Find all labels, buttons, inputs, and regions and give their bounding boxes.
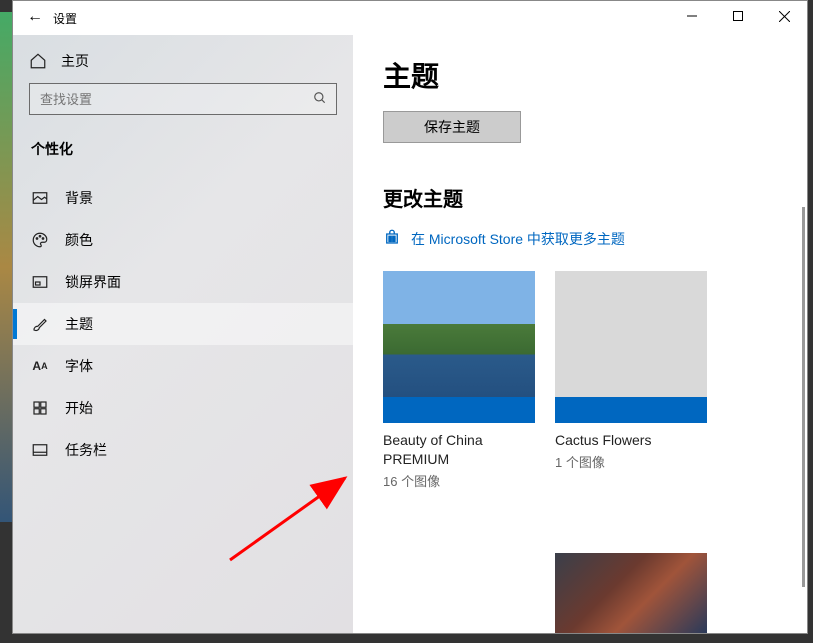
theme-thumbnail-partial[interactable] bbox=[555, 553, 707, 633]
store-link[interactable]: 在 Microsoft Store 中获取更多主题 bbox=[383, 228, 777, 249]
maximize-button[interactable] bbox=[715, 1, 761, 31]
palette-icon bbox=[31, 231, 49, 249]
theme-thumbnail bbox=[383, 271, 535, 423]
page-title: 主题 bbox=[383, 55, 777, 95]
nav-item-label: 背景 bbox=[65, 188, 93, 208]
accent-bar bbox=[383, 397, 535, 423]
accent-bar bbox=[555, 397, 707, 423]
theme-name: Cactus Flowers bbox=[555, 431, 707, 450]
theme-thumbnail bbox=[555, 271, 707, 423]
nav-item-label: 主题 bbox=[65, 314, 93, 334]
nav-item-label: 任务栏 bbox=[65, 440, 107, 460]
search-input[interactable] bbox=[30, 92, 304, 107]
store-icon bbox=[383, 228, 401, 249]
search-icon[interactable] bbox=[304, 91, 336, 108]
start-icon bbox=[31, 399, 49, 417]
theme-image-count: 1 个图像 bbox=[555, 452, 707, 471]
back-icon[interactable]: ← bbox=[27, 8, 43, 26]
nav-item-label: 颜色 bbox=[65, 230, 93, 250]
nav-item-start[interactable]: 开始 bbox=[13, 387, 353, 429]
nav-item-taskbar[interactable]: 任务栏 bbox=[13, 429, 353, 471]
sidebar-section-label: 个性化 bbox=[13, 115, 353, 171]
picture-icon bbox=[31, 189, 49, 207]
sidebar: 主页 个性化 背景 bbox=[13, 35, 353, 633]
minimize-button[interactable] bbox=[669, 1, 715, 31]
nav-item-background[interactable]: 背景 bbox=[13, 177, 353, 219]
font-icon: AA bbox=[31, 357, 49, 375]
window-title: 设置 bbox=[53, 10, 77, 27]
settings-window: ← 设置 主页 bbox=[12, 0, 808, 634]
content-area: 主题 保存主题 更改主题 在 Microsoft Store 中获取更多主题 bbox=[353, 35, 807, 633]
scrollbar[interactable] bbox=[802, 207, 805, 587]
theme-card-1[interactable]: Beauty of China PREMIUM 16 个图像 bbox=[383, 271, 535, 490]
nav-list: 背景 颜色 锁屏界面 bbox=[13, 177, 353, 471]
nav-item-fonts[interactable]: AA 字体 bbox=[13, 345, 353, 387]
nav-item-themes[interactable]: 主题 bbox=[13, 303, 353, 345]
nav-item-colors[interactable]: 颜色 bbox=[13, 219, 353, 261]
brush-icon bbox=[31, 315, 49, 333]
taskbar-icon bbox=[31, 441, 49, 459]
theme-card-2[interactable]: Cactus Flowers 1 个图像 bbox=[555, 271, 707, 490]
nav-item-label: 锁屏界面 bbox=[65, 272, 121, 292]
close-button[interactable] bbox=[761, 1, 807, 31]
nav-home[interactable]: 主页 bbox=[13, 43, 353, 83]
search-box[interactable] bbox=[29, 83, 337, 115]
lockscreen-icon bbox=[31, 273, 49, 291]
save-theme-button[interactable]: 保存主题 bbox=[383, 111, 521, 143]
theme-name: Beauty of China PREMIUM bbox=[383, 431, 535, 469]
store-link-text: 在 Microsoft Store 中获取更多主题 bbox=[411, 229, 625, 249]
themes-grid: Beauty of China PREMIUM 16 个图像 Cactus Fl… bbox=[383, 271, 777, 490]
nav-home-label: 主页 bbox=[61, 51, 89, 71]
nav-item-label: 开始 bbox=[65, 398, 93, 418]
titlebar: ← 设置 bbox=[13, 1, 807, 35]
nav-item-label: 字体 bbox=[65, 356, 93, 376]
nav-item-lockscreen[interactable]: 锁屏界面 bbox=[13, 261, 353, 303]
home-icon bbox=[29, 52, 47, 70]
theme-image-count: 16 个图像 bbox=[383, 471, 535, 490]
change-theme-heading: 更改主题 bbox=[383, 183, 777, 212]
